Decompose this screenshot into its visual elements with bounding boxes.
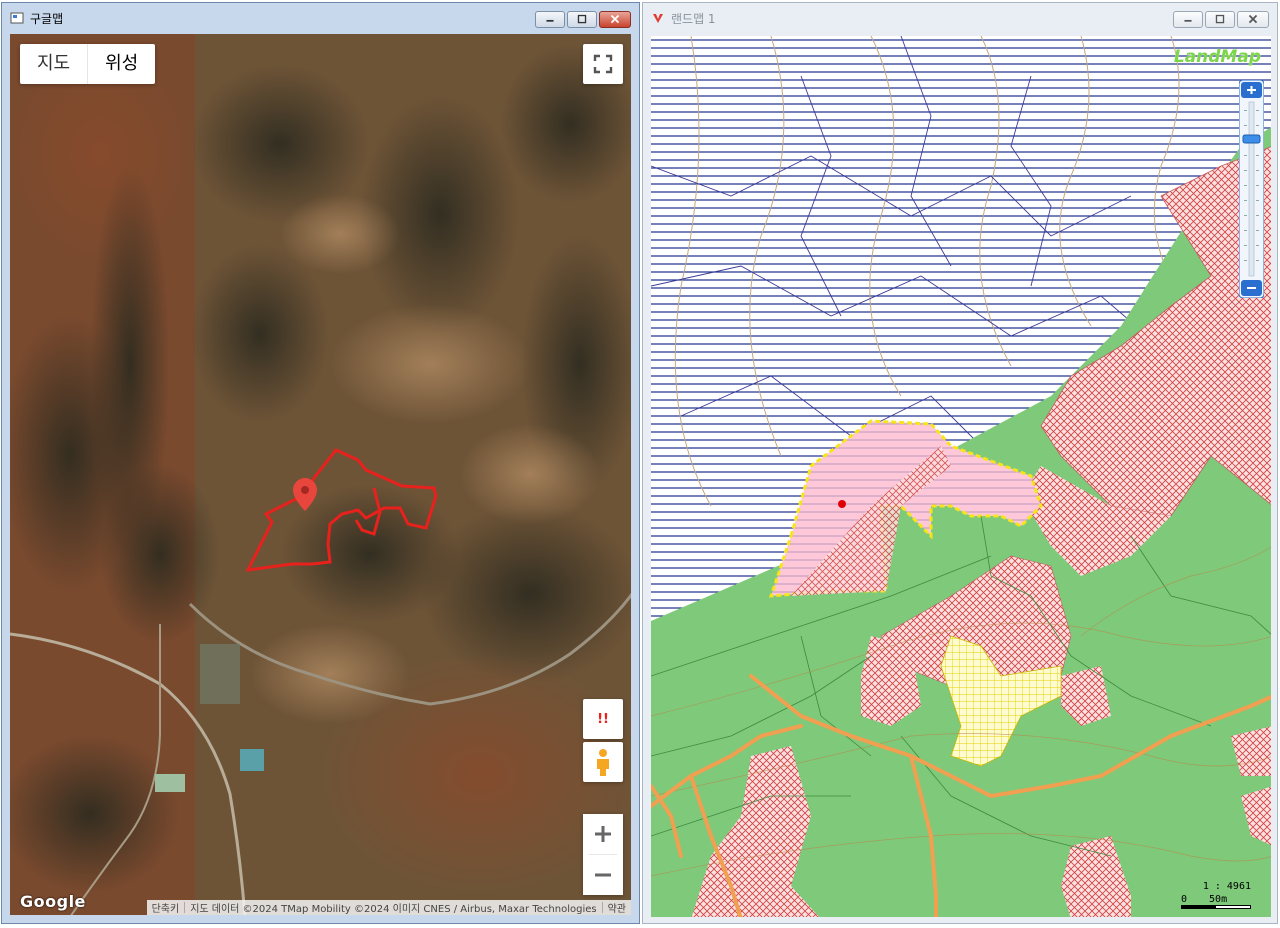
scale-ratio: 1 : 4961 xyxy=(1202,881,1251,892)
landmap-app-icon xyxy=(653,14,663,23)
pegman-icon xyxy=(597,749,609,776)
zoom-in-icon[interactable] xyxy=(1241,82,1262,98)
scale-graphic xyxy=(1181,905,1251,909)
maximize-button[interactable] xyxy=(567,11,597,28)
map-data-attribution: 지도 데이터 ©2024 TMap Mobility ©2024 이미지 CNE… xyxy=(190,904,597,915)
google-map-window: 구글맵 지도 위성 !! Google 단축키 지도 데이터 ©2024 TMa… xyxy=(1,2,640,924)
terms-link[interactable]: 약관 xyxy=(603,900,631,915)
scale-length: 50m xyxy=(1209,894,1228,905)
fullscreen-icon xyxy=(593,54,613,74)
attribution-bar: 단축키 지도 데이터 ©2024 TMap Mobility ©2024 이미지… xyxy=(146,900,631,915)
map-type-satellite-button[interactable]: 위성 xyxy=(88,44,155,84)
maximize-button[interactable] xyxy=(1205,11,1235,28)
street-view-button[interactable] xyxy=(583,742,623,782)
close-icon xyxy=(1248,14,1258,24)
maximize-icon xyxy=(577,14,587,24)
minimize-button[interactable] xyxy=(1173,11,1203,28)
close-button[interactable] xyxy=(1237,11,1269,28)
satellite-map[interactable]: 지도 위성 !! Google 단축키 지도 데이터 ©2024 TMap Mo… xyxy=(10,34,631,915)
close-button[interactable] xyxy=(599,11,631,28)
minimize-icon xyxy=(546,19,554,22)
zoom-out-icon[interactable] xyxy=(1241,280,1262,296)
map-type-control: 지도 위성 xyxy=(20,44,156,84)
title-bar[interactable]: 랜드맵 1 xyxy=(643,3,1277,33)
maximize-icon xyxy=(1215,14,1225,24)
app-icon xyxy=(10,12,24,24)
window-title: 구글맵 xyxy=(30,12,64,26)
satellite-imagery[interactable] xyxy=(10,34,631,915)
keyboard-shortcuts-link[interactable]: 단축키 xyxy=(147,900,185,915)
report-label: !! xyxy=(597,711,609,727)
zoom-slider[interactable] xyxy=(1239,80,1264,298)
landmap-canvas[interactable]: LandMap 1 : 4961 0 50m xyxy=(651,36,1271,917)
location-marker[interactable] xyxy=(838,500,846,508)
minimize-icon xyxy=(1184,19,1192,22)
title-bar[interactable]: 구글맵 xyxy=(2,3,639,33)
google-logo[interactable]: Google xyxy=(20,892,86,911)
cadastral-map[interactable] xyxy=(651,36,1271,917)
zoom-slider-handle[interactable] xyxy=(1242,134,1261,144)
landmap-logo: LandMap xyxy=(1173,47,1261,67)
window-title: 랜드맵 1 xyxy=(671,12,716,26)
close-icon xyxy=(610,14,620,24)
zoom-in-icon[interactable] xyxy=(583,814,623,854)
map-type-map-button[interactable]: 지도 xyxy=(20,44,87,84)
fullscreen-button[interactable] xyxy=(583,44,623,84)
scale-bar: 1 : 4961 0 50m xyxy=(1181,881,1251,909)
report-button[interactable]: !! xyxy=(583,699,623,739)
zoom-buttons xyxy=(583,814,623,895)
scale-start: 0 xyxy=(1181,894,1188,905)
landmap-window: 랜드맵 1 LandMap 1: 4961 0 50m xyxy=(642,2,1278,924)
zoom-control xyxy=(583,814,623,895)
minimize-button[interactable] xyxy=(535,11,565,28)
zoom-out-icon[interactable] xyxy=(583,855,623,895)
